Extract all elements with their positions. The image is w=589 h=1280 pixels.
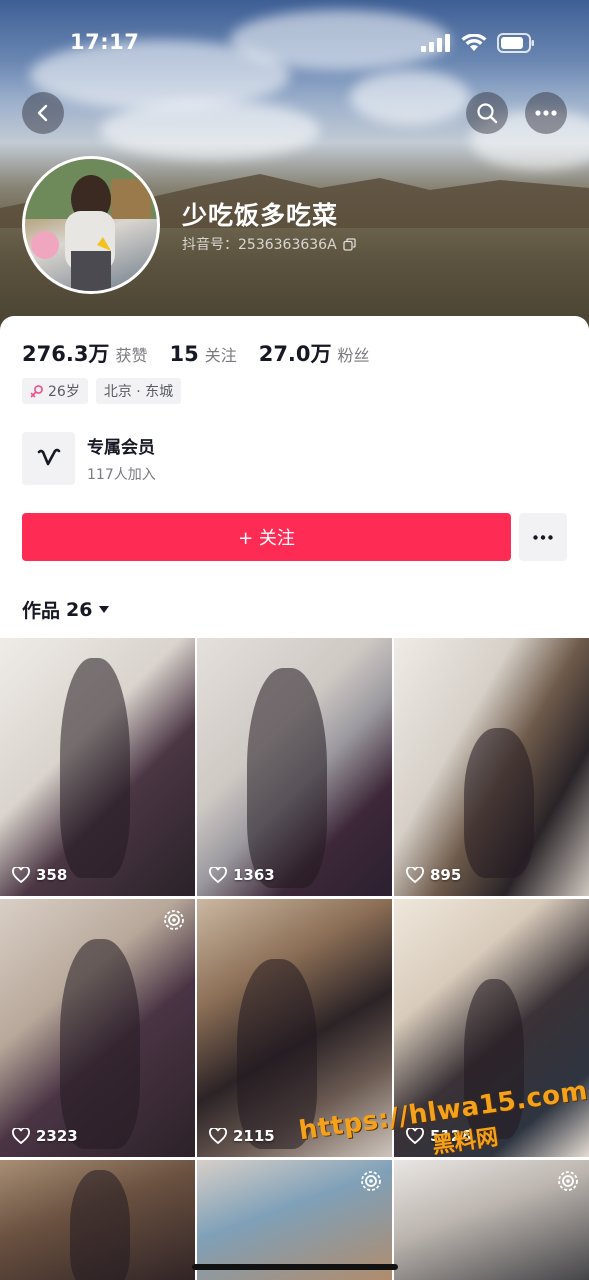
stat-likes-label: 获赞 bbox=[115, 346, 148, 365]
heart-icon bbox=[406, 867, 424, 883]
works-label: 作品 bbox=[22, 600, 61, 622]
exclusive-membership[interactable]: 专属会员 117人加入 bbox=[22, 432, 156, 485]
avatar[interactable] bbox=[22, 156, 160, 294]
heart-icon bbox=[12, 867, 30, 883]
status-icons bbox=[421, 33, 535, 53]
member-logo bbox=[22, 432, 75, 485]
like-count-value: 2323 bbox=[36, 1127, 78, 1145]
signal-icon bbox=[421, 34, 450, 52]
member-subtitle: 117人加入 bbox=[87, 467, 156, 483]
heart-icon bbox=[209, 867, 227, 883]
stat-followers[interactable]: 27.0万 粉丝 bbox=[259, 338, 370, 368]
search-button[interactable] bbox=[466, 92, 508, 134]
stat-following[interactable]: 15 关注 bbox=[169, 342, 236, 366]
works-grid: 358 1363 895 2323 2115 5126 bbox=[0, 638, 589, 1280]
member-title: 专属会员 bbox=[87, 438, 155, 458]
like-count: 1363 bbox=[209, 866, 275, 884]
caret-down-icon bbox=[99, 606, 110, 613]
avatar-photo bbox=[25, 159, 157, 291]
ellipsis-icon bbox=[533, 534, 553, 540]
like-count: 2323 bbox=[12, 1127, 78, 1145]
heart-icon bbox=[12, 1128, 30, 1144]
work-tile[interactable]: 895 bbox=[394, 638, 589, 896]
like-count-value: 895 bbox=[430, 866, 462, 884]
spiral-icon bbox=[164, 910, 184, 930]
status-time: 17:17 bbox=[70, 30, 140, 54]
like-count: 358 bbox=[12, 866, 67, 884]
chevron-left-icon bbox=[37, 104, 48, 122]
stat-followers-label: 粉丝 bbox=[337, 346, 370, 365]
age-tag: 26岁 bbox=[22, 378, 88, 404]
douyin-id-text: 抖音号：2536363636A bbox=[182, 237, 337, 253]
stats-row: 276.3万 获赞 15 关注 27.0万 粉丝 bbox=[22, 338, 370, 368]
stat-following-value: 15 bbox=[169, 342, 199, 366]
stat-followers-value: 27.0万 bbox=[258, 342, 332, 366]
age-text: 26岁 bbox=[48, 384, 80, 400]
follow-button-label: + 关注 bbox=[238, 528, 295, 549]
follow-button[interactable]: + 关注 bbox=[22, 513, 511, 561]
stat-likes-value: 276.3万 bbox=[22, 342, 110, 366]
copy-icon[interactable] bbox=[343, 237, 356, 251]
member-text: 专属会员 117人加入 bbox=[87, 433, 156, 484]
stat-likes: 276.3万 获赞 bbox=[22, 338, 147, 368]
work-tile[interactable] bbox=[394, 1160, 589, 1280]
like-count-value: 2115 bbox=[233, 1127, 275, 1145]
wifi-icon bbox=[461, 34, 487, 51]
work-tile[interactable]: 1363 bbox=[197, 638, 392, 896]
battery-icon bbox=[497, 33, 534, 53]
like-count-value: 358 bbox=[36, 866, 68, 884]
location-text: 北京 · 东城 bbox=[103, 384, 174, 400]
nickname: 少吃饭多吃菜 bbox=[182, 201, 339, 230]
more-options-button[interactable] bbox=[525, 92, 567, 134]
spiral-icon bbox=[361, 1171, 381, 1191]
work-tile[interactable]: 358 bbox=[0, 638, 195, 896]
works-count: 26 bbox=[66, 598, 93, 621]
like-count: 2115 bbox=[209, 1127, 275, 1145]
work-tile[interactable] bbox=[197, 1160, 392, 1280]
search-icon bbox=[477, 103, 498, 124]
vip-v-icon bbox=[37, 448, 60, 465]
back-button[interactable] bbox=[22, 92, 64, 134]
spiral-icon bbox=[558, 1171, 578, 1191]
douyin-id[interactable]: 抖音号：2536363636A bbox=[182, 234, 356, 254]
ellipsis-icon bbox=[535, 110, 557, 116]
like-count-value: 1363 bbox=[233, 866, 275, 884]
female-icon bbox=[30, 385, 43, 398]
work-tile[interactable]: 2323 bbox=[0, 899, 195, 1157]
location-tag: 北京 · 东城 bbox=[95, 378, 182, 404]
works-tab[interactable]: 作品 26 bbox=[22, 596, 110, 623]
profile-banner: 17:17 少吃饭多吃菜 抖音号：2536363636A bbox=[0, 0, 589, 340]
home-indicator[interactable] bbox=[192, 1264, 398, 1270]
heart-icon bbox=[209, 1128, 227, 1144]
work-tile[interactable] bbox=[0, 1160, 195, 1280]
like-count: 895 bbox=[406, 866, 461, 884]
more-actions-button[interactable] bbox=[519, 513, 567, 561]
stat-following-label: 关注 bbox=[204, 346, 237, 365]
profile-tags: 26岁 北京 · 东城 bbox=[22, 378, 182, 404]
